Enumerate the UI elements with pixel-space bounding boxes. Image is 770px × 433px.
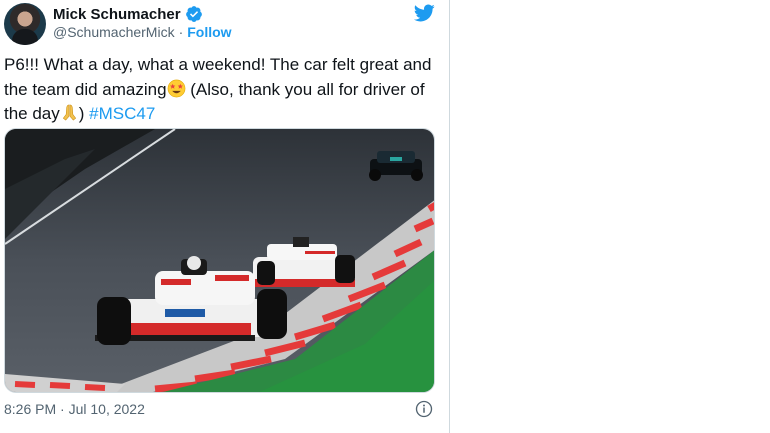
tweet-footer: 8:26 PM · Jul 10, 2022 (4, 400, 436, 420)
author-name-row: Mick Schumacher (53, 5, 203, 23)
avatar[interactable] (4, 3, 46, 45)
tweet-text-part-3: ) (78, 104, 90, 123)
folded-hands-emoji-icon (62, 104, 76, 121)
twitter-bird-icon[interactable] (411, 2, 437, 24)
tweet-card: Mick Schumacher @SchumacherMick · Follow… (0, 0, 450, 433)
author-handle[interactable]: @SchumacherMick (53, 24, 175, 40)
hashtag-link[interactable]: #MSC47 (89, 104, 155, 123)
follow-button[interactable]: Follow (187, 24, 231, 40)
verified-badge-icon (185, 6, 202, 22)
tweet-text: P6!!! What a day, what a weekend! The ca… (4, 53, 444, 127)
race-photo-image (5, 129, 434, 392)
tweet-timestamp[interactable]: 8:26 PM · Jul 10, 2022 (4, 401, 145, 417)
separator-dot: · (178, 24, 184, 40)
tweet-photo[interactable] (4, 128, 435, 393)
author-handle-row: @SchumacherMick · Follow (53, 24, 232, 40)
star-struck-emoji-icon (167, 79, 185, 97)
author-display-name[interactable]: Mick Schumacher (53, 6, 181, 23)
info-icon[interactable] (415, 400, 433, 418)
tweet-header: Mick Schumacher @SchumacherMick · Follow (0, 0, 450, 48)
